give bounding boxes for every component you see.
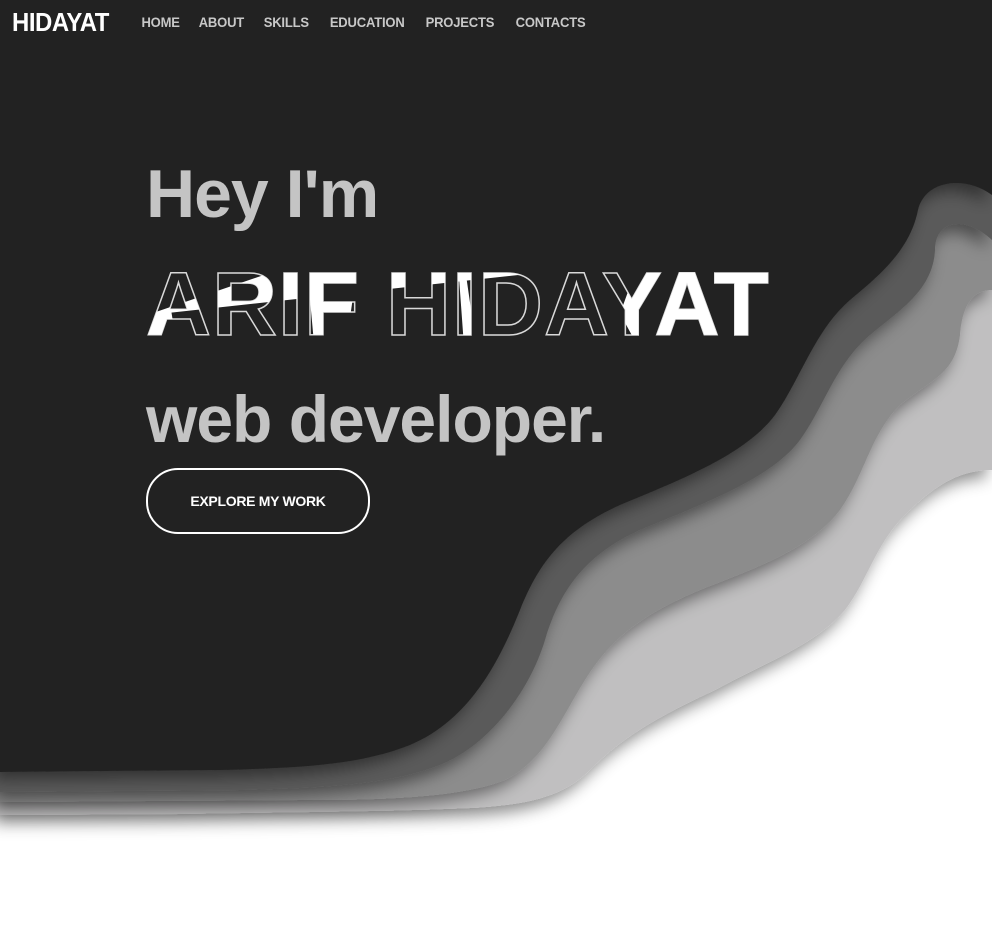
main-nav: HOME ABOUT SKILLS EDUCATION PROJECTS CON… bbox=[140, 14, 588, 30]
nav-about[interactable]: ABOUT bbox=[199, 14, 245, 30]
hero-greeting: Hey I'm bbox=[146, 156, 379, 232]
explore-my-work-button[interactable]: EXPLORE MY WORK bbox=[146, 468, 370, 534]
hero-name: ARIF HIDAYAT ARIF HIDAYAT bbox=[145, 259, 786, 351]
nav-contacts[interactable]: CONTACTS bbox=[515, 14, 585, 30]
brand-logo[interactable]: HIDAYAT bbox=[12, 0, 121, 44]
top-navigation-bar: HIDAYAT HOME ABOUT SKILLS EDUCATION PROJ… bbox=[0, 0, 992, 44]
layered-wave-background bbox=[0, 0, 992, 933]
hero-role: web developer. bbox=[146, 382, 606, 456]
page: HIDAYAT HOME ABOUT SKILLS EDUCATION PROJ… bbox=[0, 0, 992, 933]
nav-skills[interactable]: SKILLS bbox=[264, 14, 309, 30]
nav-projects[interactable]: PROJECTS bbox=[426, 14, 495, 30]
nav-education[interactable]: EDUCATION bbox=[329, 14, 404, 30]
nav-home[interactable]: HOME bbox=[141, 14, 180, 30]
